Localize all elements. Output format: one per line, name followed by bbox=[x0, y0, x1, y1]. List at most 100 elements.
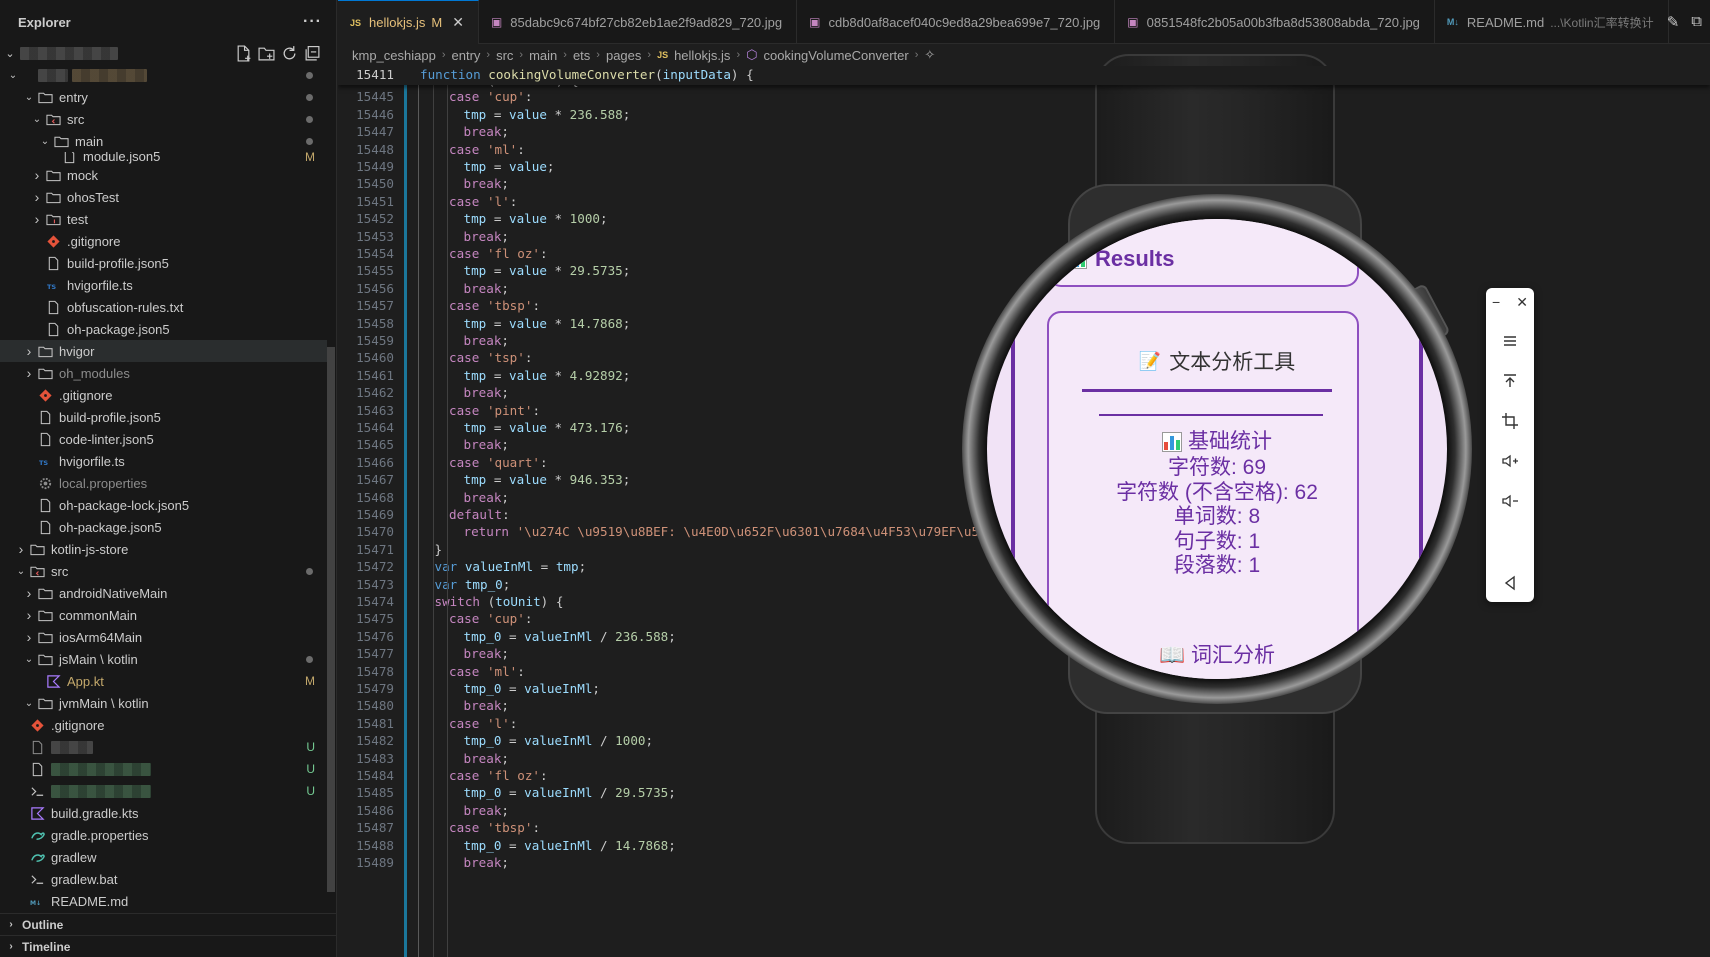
tree-item[interactable]: › mock bbox=[0, 164, 327, 186]
tree-item[interactable]: local.properties bbox=[0, 472, 327, 494]
tree-item[interactable]: ⌄ main bbox=[0, 130, 327, 152]
tree-item-label: hvigorfile.ts bbox=[59, 453, 125, 469]
tree-item[interactable]: oh-package-lock.json5 bbox=[0, 494, 327, 516]
new-file-icon[interactable] bbox=[235, 45, 252, 62]
tree-item[interactable]: code-linter.json5 bbox=[0, 428, 327, 450]
tree-item[interactable]: .gitignore bbox=[0, 714, 327, 736]
line-number: 15470 bbox=[356, 524, 394, 540]
tree-item[interactable]: › androidNativeMain bbox=[0, 582, 327, 604]
sticky-code-line: function cookingVolumeConverter(inputDat… bbox=[420, 67, 754, 82]
tree-item-label: hvigor bbox=[59, 343, 95, 359]
tree-item[interactable]: .gitignore bbox=[0, 230, 327, 252]
breadcrumb-item[interactable]: ets bbox=[573, 48, 590, 63]
tab-label: cdb8d0af8acef040c9ed8a29bea699e7_720.jpg bbox=[828, 14, 1101, 30]
memo-icon: 📝 bbox=[1138, 350, 1162, 371]
tree-item[interactable]: › kotlin-js-store bbox=[0, 538, 327, 560]
tree-item-label: ohosTest bbox=[67, 189, 120, 205]
tab-img[interactable]: ▣ cdb8d0af8acef040c9ed8a29bea699e7_720.jp… bbox=[797, 0, 1116, 44]
sparkle-icon[interactable]: ✧ bbox=[924, 47, 935, 63]
sidebar-scrollbar[interactable] bbox=[327, 347, 335, 892]
tree-item[interactable]: ⌄ entry bbox=[0, 86, 327, 108]
tab-label: README.md bbox=[1466, 14, 1545, 30]
tree-item[interactable]: U bbox=[0, 780, 327, 802]
tree-item[interactable]: oh-package.json5 bbox=[0, 318, 327, 340]
tree-item[interactable]: build-profile.json5 bbox=[0, 252, 327, 274]
line-number: 15482 bbox=[356, 733, 394, 749]
workspace-root[interactable]: ⌄ bbox=[0, 42, 337, 64]
tree-item[interactable]: ⌄ jsMain \ kotlin bbox=[0, 648, 327, 670]
watch-screen[interactable]: Results 📝 文本分析工具 基础统计 字符数: 69 字符数 (不含空格):… bbox=[987, 219, 1447, 679]
chevron-right-icon: › bbox=[563, 49, 567, 61]
tree-item[interactable]: › ohosTest bbox=[0, 186, 327, 208]
breadcrumb-item[interactable]: main bbox=[529, 48, 557, 63]
volume-down-button[interactable] bbox=[1486, 488, 1534, 514]
menu-button[interactable] bbox=[1486, 328, 1534, 354]
split-editor-icon[interactable]: ⧉ bbox=[1691, 13, 1702, 31]
breadcrumb-item[interactable]: cookingVolumeConverter bbox=[763, 48, 908, 63]
tab-img[interactable]: ▣ 85dabc9c674bf27cb82eb1ae2f9ad829_720.jp… bbox=[479, 0, 798, 44]
breadcrumb-item[interactable]: kmp_ceshiapp bbox=[352, 48, 436, 63]
tree-item[interactable]: › test bbox=[0, 208, 327, 230]
timeline-section[interactable]: › Timeline bbox=[0, 935, 337, 957]
new-folder-icon[interactable] bbox=[258, 45, 275, 62]
tree-item[interactable]: module.json5 M bbox=[0, 152, 327, 164]
close-button[interactable]: ✕ bbox=[1516, 294, 1528, 311]
code-line: case 'l': bbox=[449, 193, 518, 209]
tree-item[interactable]: › hvigor bbox=[0, 340, 327, 362]
chevron-right-icon: › bbox=[519, 49, 524, 61]
line-number: 15479 bbox=[356, 681, 394, 696]
emulator-toolbar: − ✕ bbox=[1486, 288, 1534, 602]
pin-top-button[interactable] bbox=[1486, 368, 1534, 394]
more-actions-icon[interactable]: ··· bbox=[303, 13, 322, 31]
tree-item[interactable]: gradlew.bat bbox=[0, 868, 327, 890]
tree-item[interactable]: .gitignore bbox=[0, 384, 327, 406]
tree-item[interactable]: M↓ README.md bbox=[0, 890, 327, 912]
volume-up-button[interactable] bbox=[1486, 448, 1534, 474]
breadcrumb-item[interactable]: hellokjs.js bbox=[674, 48, 730, 63]
tree-item[interactable]: › oh_modules bbox=[0, 362, 327, 384]
line-number: 15457 bbox=[356, 298, 394, 314]
tree-item[interactable]: ⌄ src bbox=[0, 108, 327, 130]
close-tab-icon[interactable]: ✕ bbox=[452, 14, 464, 31]
code-line: break; bbox=[463, 437, 510, 453]
tab-js[interactable]: JS hellokjs.js M ✕ bbox=[338, 0, 479, 44]
tree-item[interactable]: ⌄ src bbox=[0, 560, 327, 582]
terminal-icon bbox=[28, 871, 46, 887]
edit-icon[interactable]: ✎ bbox=[1667, 13, 1680, 31]
tab-img[interactable]: ▣ 0851548fc2b05a00b3fba8d53808abda_720.jp… bbox=[1115, 0, 1435, 44]
tree-item[interactable]: oh-package.json5 bbox=[0, 516, 327, 538]
folder-icon bbox=[36, 365, 54, 381]
refresh-icon[interactable] bbox=[281, 45, 298, 62]
breadcrumb-item[interactable]: pages bbox=[606, 48, 641, 63]
breadcrumb-item[interactable]: entry bbox=[452, 48, 481, 63]
line-number: 15455 bbox=[356, 263, 394, 279]
minimize-button[interactable]: − bbox=[1492, 294, 1500, 311]
sticky-scroll-header[interactable]: 15411 function cookingVolumeConverter(in… bbox=[338, 66, 1710, 85]
tree-item[interactable]: TS hvigorfile.ts bbox=[0, 450, 327, 472]
chevron-down-icon: ⌄ bbox=[24, 653, 34, 665]
tree-item[interactable]: build.gradle.kts bbox=[0, 802, 327, 824]
tree-item[interactable]: build-profile.json5 bbox=[0, 406, 327, 428]
kotlin-icon bbox=[28, 805, 46, 821]
tree-item[interactable]: U bbox=[0, 758, 327, 780]
tree-item[interactable]: gradlew bbox=[0, 846, 327, 868]
outline-section[interactable]: › Outline bbox=[0, 913, 337, 935]
tree-item[interactable]: ⌄ jvmMain \ kotlin bbox=[0, 692, 327, 714]
screenshot-button[interactable] bbox=[1486, 408, 1534, 434]
tree-item[interactable]: App.kt M bbox=[0, 670, 327, 692]
line-number: 15481 bbox=[356, 715, 394, 731]
breadcrumb-item[interactable]: src bbox=[496, 48, 513, 63]
back-button[interactable] bbox=[1486, 570, 1534, 596]
tree-item[interactable]: U bbox=[0, 736, 327, 758]
code-line: break; bbox=[463, 855, 510, 870]
tree-item[interactable]: › iosArm64Main bbox=[0, 626, 327, 648]
tree-item-redacted-project[interactable]: ⌄ bbox=[0, 64, 327, 86]
tree-item[interactable]: gradle.properties bbox=[0, 824, 327, 846]
explorer-title: Explorer bbox=[18, 14, 71, 30]
tab-md[interactable]: M↓ README.md ...\Kotlin汇率转换计 bbox=[1435, 0, 1669, 44]
tree-item[interactable]: › commonMain bbox=[0, 604, 327, 626]
collapse-all-icon[interactable] bbox=[304, 45, 321, 62]
tree-item[interactable]: TS hvigorfile.ts bbox=[0, 274, 327, 296]
tree-item[interactable]: obfuscation-rules.txt bbox=[0, 296, 327, 318]
watch-emulator: Results 📝 文本分析工具 基础统计 字符数: 69 字符数 (不含空格):… bbox=[955, 54, 1475, 844]
